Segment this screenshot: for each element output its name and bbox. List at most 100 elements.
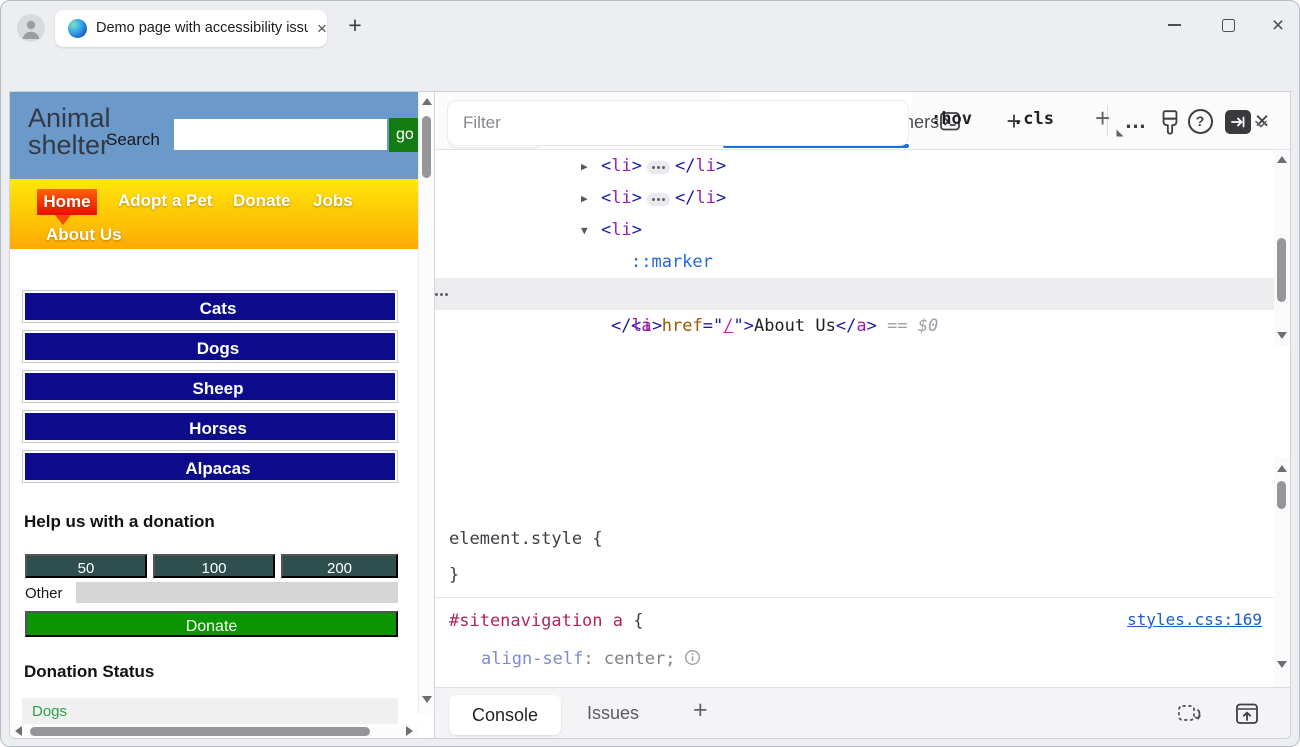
class-toggle[interactable]: .cls bbox=[1013, 109, 1054, 129]
tab-close-icon[interactable]: × bbox=[311, 18, 333, 40]
styles-scrollbar[interactable] bbox=[1274, 457, 1290, 687]
window-minimize-button[interactable] bbox=[1159, 10, 1189, 40]
dom-row-li-expanded[interactable]: ▼<li> bbox=[435, 214, 1290, 246]
site-title: Animal shelter bbox=[28, 105, 111, 159]
tab-console[interactable]: Console bbox=[449, 695, 561, 735]
animal-button-cats[interactable]: Cats bbox=[22, 290, 398, 323]
amount-button-200[interactable]: 200 bbox=[281, 554, 398, 578]
dashed-box-refresh-icon bbox=[1175, 700, 1205, 728]
site-navigation: Home Adopt a Pet Donate Jobs About Us bbox=[10, 179, 418, 249]
dom-tree-scrollbar[interactable] bbox=[1274, 150, 1290, 347]
horizontal-scroll-thumb[interactable] bbox=[30, 727, 370, 736]
collapse-arrow-icon[interactable]: ▼ bbox=[581, 215, 601, 247]
nav-link-jobs[interactable]: Jobs bbox=[313, 191, 353, 211]
sitenavigation-rule-selector[interactable]: #sitenavigation a { bbox=[449, 606, 644, 636]
scroll-down-arrow[interactable] bbox=[1277, 332, 1287, 339]
edge-logo-icon bbox=[68, 19, 87, 38]
element-style-rule[interactable]: element.style { bbox=[449, 524, 603, 554]
new-tab-button[interactable]: + bbox=[342, 13, 368, 39]
stylesheet-source-link[interactable]: styles.css:169 bbox=[1127, 610, 1262, 629]
window-maximize-button[interactable] bbox=[1213, 10, 1243, 40]
home-pointer-triangle bbox=[55, 215, 71, 225]
dom-row-li-close[interactable]: </li> bbox=[435, 310, 1290, 342]
amount-button-50[interactable]: 50 bbox=[25, 554, 147, 578]
browser-window: Demo page with accessibility issues × + … bbox=[0, 0, 1300, 747]
devtools-pane: </> Elements + … ? × bbox=[434, 92, 1290, 738]
tab-title: Demo page with accessibility issues bbox=[96, 20, 308, 38]
scroll-down-arrow[interactable] bbox=[1277, 661, 1287, 668]
expand-arrow-icon[interactable]: ▶ bbox=[581, 151, 601, 183]
devtools-help-button[interactable]: ? bbox=[1187, 108, 1213, 134]
donation-status-heading: Donation Status bbox=[24, 662, 154, 682]
css-declaration-align-self[interactable]: align-self: center; bbox=[481, 644, 701, 674]
amount-button-100[interactable]: 100 bbox=[153, 554, 275, 578]
scroll-up-arrow[interactable] bbox=[422, 98, 432, 105]
other-amount-label: Other bbox=[25, 585, 63, 602]
dom-row-marker[interactable]: ::marker bbox=[435, 246, 1290, 278]
page-horizontal-scrollbar[interactable] bbox=[10, 724, 418, 738]
maximize-icon bbox=[1222, 19, 1235, 32]
new-style-rule-dropdown-triangle bbox=[1117, 123, 1124, 137]
donation-status-dogs-link[interactable]: Dogs bbox=[32, 703, 67, 720]
animal-button-alpacas[interactable]: Alpacas bbox=[22, 450, 398, 483]
vertical-scroll-thumb[interactable] bbox=[1277, 481, 1286, 509]
scroll-down-arrow[interactable] bbox=[422, 696, 432, 703]
close-icon: × bbox=[1272, 15, 1284, 36]
help-icon: ? bbox=[1188, 109, 1213, 134]
donation-status-row: Dogs bbox=[22, 698, 398, 724]
page-header: Animal shelter Search go bbox=[10, 92, 418, 179]
nav-link-donate[interactable]: Donate bbox=[233, 191, 291, 211]
profile-avatar[interactable] bbox=[17, 14, 45, 42]
paintbrush-icon bbox=[1157, 109, 1183, 137]
scroll-up-arrow[interactable] bbox=[1277, 156, 1287, 163]
inactive-property-info-icon[interactable] bbox=[684, 646, 701, 676]
browser-toolbar: https://microsoftedge.github.io/Demos/de… bbox=[1, 49, 1299, 91]
search-input[interactable] bbox=[174, 119, 387, 150]
window-close-button[interactable]: × bbox=[1263, 10, 1293, 40]
new-style-rule-button[interactable]: + bbox=[1095, 105, 1110, 131]
dom-tree: ▶<li></li> ▶<li></li> ▼<li> ::marker <a … bbox=[435, 150, 1290, 347]
browser-tab[interactable]: Demo page with accessibility issues × bbox=[55, 10, 327, 47]
page-vertical-scrollbar[interactable] bbox=[418, 92, 434, 714]
styles-rules: element.style { } #sitenavigation a { st… bbox=[435, 520, 1290, 687]
collapsed-content-ellipsis-icon[interactable] bbox=[647, 193, 670, 206]
other-amount-input[interactable] bbox=[76, 582, 398, 603]
scroll-right-arrow[interactable] bbox=[406, 726, 413, 736]
dom-row-anchor-selected[interactable]: <a href="/">About Us</a> == $0 bbox=[435, 278, 1290, 310]
element-style-close-brace: } bbox=[449, 560, 459, 590]
toggle-rendering-button[interactable] bbox=[1225, 110, 1251, 134]
nav-link-adopt-a-pet[interactable]: Adopt a Pet bbox=[118, 191, 212, 211]
expand-arrow-icon[interactable]: ▶ bbox=[581, 183, 601, 215]
dom-row-li-collapsed-1[interactable]: ▶<li></li> bbox=[435, 150, 1290, 182]
dom-row-li-collapsed-2[interactable]: ▶<li></li> bbox=[435, 182, 1290, 214]
animal-button-dogs[interactable]: Dogs bbox=[22, 330, 398, 363]
collapsed-content-ellipsis-icon[interactable] bbox=[647, 161, 670, 174]
scroll-up-arrow[interactable] bbox=[1277, 465, 1287, 472]
chevron-down-icon bbox=[1253, 116, 1269, 132]
rule-separator bbox=[435, 597, 1290, 598]
vertical-scroll-thumb[interactable] bbox=[422, 116, 431, 178]
format-styles-button[interactable] bbox=[1157, 109, 1183, 142]
vertical-scroll-thumb[interactable] bbox=[1277, 238, 1286, 302]
node-menu-ellipsis-icon[interactable] bbox=[435, 278, 1290, 310]
animal-button-sheep[interactable]: Sheep bbox=[22, 370, 398, 403]
add-quickview-tab-button[interactable]: + bbox=[693, 696, 708, 725]
expand-quick-view-button[interactable] bbox=[1233, 700, 1261, 733]
more-tabs-chevron[interactable] bbox=[1253, 116, 1269, 137]
search-go-button[interactable]: go bbox=[389, 118, 418, 152]
tab-issues[interactable]: Issues bbox=[587, 703, 639, 724]
pseudo-state-toggle[interactable]: :hov bbox=[931, 109, 972, 129]
group-tabs-button[interactable] bbox=[1175, 700, 1205, 733]
styles-filter-input[interactable] bbox=[447, 100, 909, 146]
more-dots-icon: … bbox=[1125, 116, 1148, 126]
donate-button[interactable]: Donate bbox=[25, 611, 398, 637]
quick-view-bar: Console Issues + bbox=[435, 687, 1290, 738]
animal-button-horses[interactable]: Horses bbox=[22, 410, 398, 443]
scroll-left-arrow[interactable] bbox=[15, 726, 22, 736]
nav-link-home[interactable]: Home bbox=[37, 189, 97, 215]
webpage-pane: Animal shelter Search go Home Adopt a Pe… bbox=[10, 92, 434, 738]
nav-link-about-us[interactable]: About Us bbox=[46, 225, 122, 245]
search-label: Search bbox=[106, 130, 160, 150]
devtools-more-button[interactable]: … bbox=[1123, 108, 1149, 134]
person-icon bbox=[17, 14, 45, 42]
